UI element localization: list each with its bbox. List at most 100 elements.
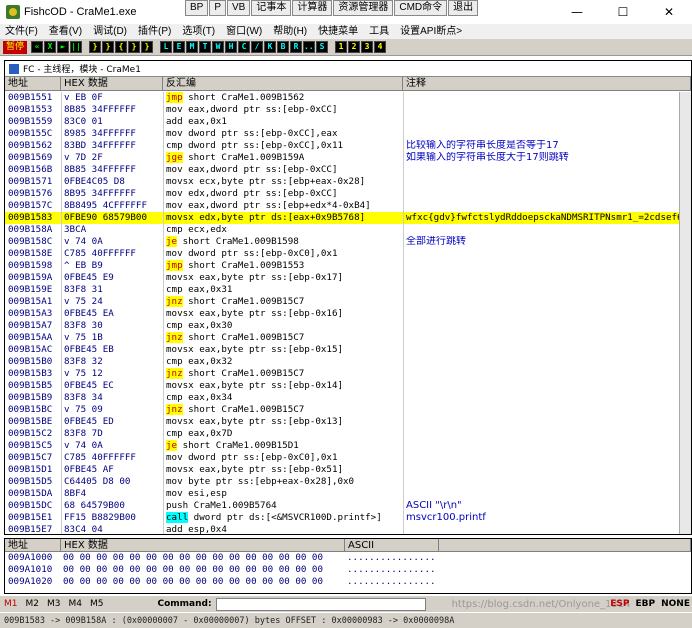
dump-column-address[interactable]: 地址: [5, 539, 61, 552]
menu-help[interactable]: 帮助(H): [268, 24, 313, 39]
tab-m1[interactable]: M1: [0, 599, 22, 609]
menu-options[interactable]: 选项(T): [177, 24, 221, 39]
step-into-button[interactable]: }: [89, 41, 102, 53]
disasm-row[interactable]: 009B15A3 0FBE45 EA movsx eax,byte ptr ss:[…: [5, 308, 679, 320]
disasm-row[interactable]: 009B15B3 v 75 12 jnz short CraMe1.009B15C7: [5, 368, 679, 380]
windows-button[interactable]: W: [212, 41, 225, 53]
dump-column-ascii[interactable]: ASCII: [345, 539, 439, 552]
column-address[interactable]: 地址: [5, 77, 61, 91]
disasm-row[interactable]: 009B15E1 FF15 B8829B00 call dword ptr ds:[…: [5, 512, 679, 524]
plugin-notepad-button[interactable]: 记事本: [251, 0, 292, 16]
source-button[interactable]: S: [316, 41, 329, 53]
menu-plugins[interactable]: 插件(P): [133, 24, 177, 39]
disasm-row[interactable]: 009B1562 83BD 34FFFFFF cmp dword ptr ss:[e…: [5, 140, 679, 152]
disasm-row[interactable]: 009B15C2 83F8 7D cmp eax,0x7D: [5, 428, 679, 440]
step-over-button[interactable]: }: [102, 41, 115, 53]
disasm-row[interactable]: 009B15BE 0FBE45 ED movsx eax,byte ptr ss:[…: [5, 416, 679, 428]
flag-esp[interactable]: ESP: [610, 596, 629, 612]
execute-till-return-button[interactable]: }: [141, 41, 154, 53]
menu-window[interactable]: 窗口(W): [221, 24, 268, 39]
disasm-row[interactable]: 009B15AC 0FBE45 EB movsx eax,byte ptr ss:[…: [5, 344, 679, 356]
threads-button[interactable]: T: [199, 41, 212, 53]
references-button[interactable]: R: [290, 41, 303, 53]
menu-tools[interactable]: 工具: [364, 24, 395, 39]
disasm-row[interactable]: 009B15B0 83F8 32 cmp eax,0x32: [5, 356, 679, 368]
disasm-row[interactable]: 009B15E7 83C4 04 add esp,0x4: [5, 524, 679, 534]
disasm-row[interactable]: 009B1553 8B85 34FFFFFF mov eax,dword ptr s…: [5, 104, 679, 116]
plugin-bp-button[interactable]: BP: [185, 0, 209, 16]
plugin-1-button[interactable]: 1: [335, 41, 348, 53]
column-comment[interactable]: 注释: [403, 77, 691, 91]
restart-button[interactable]: «: [31, 41, 44, 53]
disasm-row[interactable]: 009B158E C785 40FFFFFF mov dword ptr ss:[e…: [5, 248, 679, 260]
disasm-row[interactable]: 009B15A1 v 75 24 jnz short CraMe1.009B15C7: [5, 296, 679, 308]
disasm-row[interactable]: 009B15C5 v 74 0A je short CraMe1.009B15D1: [5, 440, 679, 452]
disasm-row[interactable]: 009B1598 ^ EB B9 jmp short CraMe1.009B1553: [5, 260, 679, 272]
disasm-row[interactable]: 009B15BC v 75 09 jnz short CraMe1.009B15C7: [5, 404, 679, 416]
close-icon[interactable]: ✕: [646, 0, 692, 24]
tab-m2[interactable]: M2: [22, 599, 44, 609]
breakpoints-button[interactable]: B: [277, 41, 290, 53]
disasm-row[interactable]: 009B1576 8B95 34FFFFFF mov edx,dword ptr s…: [5, 188, 679, 200]
plugin-exit-button[interactable]: 退出: [448, 0, 479, 16]
call-stack-button[interactable]: K: [264, 41, 277, 53]
trace-over-button[interactable]: }: [128, 41, 141, 53]
plugin-2-button[interactable]: 2: [348, 41, 361, 53]
disasm-row[interactable]: 009B1559 83C0 01 add eax,0x1: [5, 116, 679, 128]
disasm-row[interactable]: 009B15DA 8BF4 mov esi,esp: [5, 488, 679, 500]
trace-into-button[interactable]: {: [115, 41, 128, 53]
run-button[interactable]: ►: [57, 41, 70, 53]
plugin-calculator-button[interactable]: 计算器: [292, 0, 333, 16]
menu-debug[interactable]: 调试(D): [88, 24, 133, 39]
disassembly-scrollbar[interactable]: [679, 92, 691, 534]
plugin-p-button[interactable]: P: [209, 0, 227, 16]
dump-column-hex[interactable]: HEX 数据: [61, 539, 345, 552]
disasm-row[interactable]: 009B15C7 C785 40FFFFFF mov dword ptr ss:[e…: [5, 452, 679, 464]
flag-none[interactable]: NONE: [661, 596, 690, 612]
disasm-row[interactable]: 009B156B 8B85 34FFFFFF mov eax,dword ptr s…: [5, 164, 679, 176]
memory-map-button[interactable]: M: [186, 41, 199, 53]
menu-api-breakpoint[interactable]: 设置API断点>: [395, 24, 468, 39]
tab-m3[interactable]: M3: [43, 599, 65, 609]
disasm-row[interactable]: 009B1551 v EB 0F jmp short CraMe1.009B1562: [5, 92, 679, 104]
disasm-row[interactable]: 009B158A 3BCA cmp ecx,edx: [5, 224, 679, 236]
disasm-row[interactable]: 009B1569 v 7D 2F jge short CraMe1.009B159A…: [5, 152, 679, 164]
executable-modules-button[interactable]: E: [173, 41, 186, 53]
plugin-cmd-button[interactable]: CMD命令: [394, 0, 448, 16]
dump-row[interactable]: 009A1020 00 00 00 00 00 00 00 00 00 00 00…: [5, 576, 691, 588]
menu-view[interactable]: 查看(V): [44, 24, 88, 39]
dump-row[interactable]: 009A1000 00 00 00 00 00 00 00 00 00 00 00…: [5, 552, 691, 564]
tab-m5[interactable]: M5: [86, 599, 108, 609]
minimize-icon[interactable]: —: [554, 0, 600, 24]
flag-ebp[interactable]: EBP: [636, 596, 656, 612]
command-input[interactable]: [215, 597, 426, 611]
disasm-row[interactable]: 009B159A 0FBE45 E9 movsx eax,byte ptr ss:[…: [5, 272, 679, 284]
disasm-row[interactable]: 009B15A7 83F8 30 cmp eax,0x30: [5, 320, 679, 332]
plugin-3-button[interactable]: 3: [361, 41, 374, 53]
handles-button[interactable]: H: [225, 41, 238, 53]
disasm-row[interactable]: 009B15AA v 75 1B jnz short CraMe1.009B15C7: [5, 332, 679, 344]
plugin-vb-button[interactable]: VB: [227, 0, 251, 16]
menu-file[interactable]: 文件(F): [0, 24, 44, 39]
patches-button[interactable]: /: [251, 41, 264, 53]
disassembly-pane[interactable]: 009B1551 v EB 0F jmp short CraMe1.009B1562…: [5, 92, 679, 534]
maximize-icon[interactable]: ☐: [600, 0, 646, 24]
disasm-row[interactable]: 009B15DC 68 64579B00 push CraMe1.009B5764 A…: [5, 500, 679, 512]
run-trace-button[interactable]: ...: [303, 41, 318, 53]
close-process-button[interactable]: X: [44, 41, 57, 53]
disasm-row[interactable]: 009B15D1 0FBE45 AF movsx eax,byte ptr ss:[…: [5, 464, 679, 476]
plugin-explorer-button[interactable]: 资源管理器: [333, 0, 394, 16]
log-window-button[interactable]: L: [160, 41, 173, 53]
menu-shortcuts[interactable]: 快捷菜单: [313, 24, 364, 39]
disasm-row[interactable]: 009B15B5 0FBE45 EC movsx eax,byte ptr ss:[…: [5, 380, 679, 392]
disasm-row[interactable]: 009B1571 0FBE4C05 D8 movsx ecx,byte ptr ss…: [5, 176, 679, 188]
column-hex[interactable]: HEX 数据: [61, 77, 163, 91]
disasm-row[interactable]: 009B15B9 83F8 34 cmp eax,0x34: [5, 392, 679, 404]
plugin-4-button[interactable]: 4: [374, 41, 387, 53]
column-disassembly[interactable]: 反汇编: [163, 77, 403, 91]
disasm-row[interactable]: 009B15D5 C64405 D8 00 mov byte ptr ss:[ebp…: [5, 476, 679, 488]
tab-m4[interactable]: M4: [65, 599, 87, 609]
dump-pane[interactable]: 009A1000 00 00 00 00 00 00 00 00 00 00 00…: [5, 552, 691, 588]
disasm-row[interactable]: 009B155C 8985 34FFFFFF mov dword ptr ss:[e…: [5, 128, 679, 140]
disasm-row[interactable]: 009B159E 83F8 31 cmp eax,0x31: [5, 284, 679, 296]
